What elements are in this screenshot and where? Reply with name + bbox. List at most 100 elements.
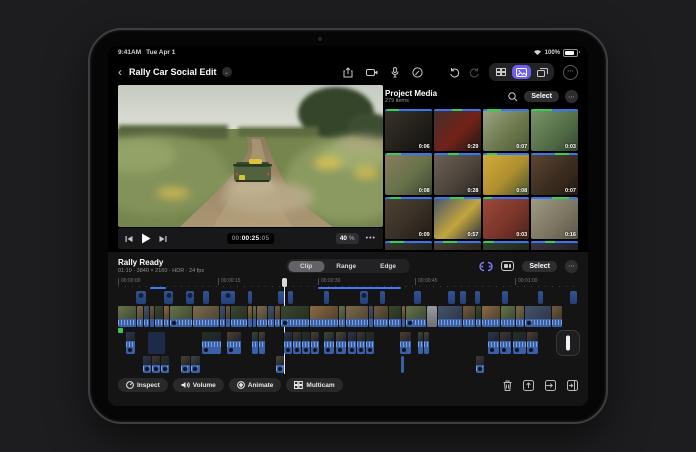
timeline-clip-video[interactable] (525, 306, 551, 327)
skip-forward-icon[interactable] (159, 235, 167, 243)
media-more-icon[interactable]: ⋯ (565, 90, 578, 103)
timeline-clip-audio[interactable] (527, 332, 538, 354)
animate-button[interactable]: Animate (229, 378, 282, 392)
timeline-clip-audio[interactable] (311, 332, 319, 354)
media-thumbnail[interactable]: 0:06 (385, 109, 432, 151)
timecode-display[interactable]: 00:00:25:05 (227, 233, 275, 244)
timeline-clip-title[interactable] (380, 291, 385, 304)
timeline-clip-audio[interactable] (302, 332, 310, 354)
timeline-clip-video[interactable] (427, 306, 437, 327)
timeline-clip-video[interactable] (339, 306, 345, 327)
timeline-clip-audio[interactable] (488, 332, 499, 354)
timeline-clip-video[interactable] (406, 306, 426, 327)
timeline-clip-audio[interactable] (126, 332, 135, 354)
timeline-clip-audio[interactable] (181, 356, 190, 373)
redo-icon[interactable] (469, 67, 480, 78)
media-thumbnail[interactable]: 0:28 (434, 153, 481, 195)
clip-appearance-icon[interactable] (501, 261, 514, 271)
timeline-clip-title[interactable] (360, 291, 368, 304)
toolbar-more-icon[interactable]: ⋯ (563, 65, 578, 80)
media-thumbnail[interactable]: 0:57 (434, 197, 481, 239)
timeline-clip-title[interactable] (570, 291, 577, 304)
timeline-clip-audio[interactable] (276, 356, 284, 373)
timeline-clip-video[interactable] (253, 306, 256, 327)
timeline-clip-audio[interactable] (284, 332, 292, 354)
timeline-clip-video[interactable] (268, 306, 274, 327)
timeline-clip-title[interactable] (278, 291, 284, 304)
media-thumbnail[interactable]: 0:08 (385, 153, 432, 195)
timeline-canvas[interactable]: 00:00:0000:00:1500:00:3000:00:4500:01:00 (118, 278, 578, 374)
media-thumbnail[interactable]: 0:16 (531, 197, 578, 239)
timeline-clip-video[interactable] (193, 306, 219, 327)
media-thumbnail[interactable]: 0:08 (483, 153, 530, 195)
timeline-clip-audio[interactable] (202, 332, 221, 354)
import-icon[interactable] (343, 67, 353, 78)
timeline-clip-video[interactable] (248, 306, 252, 327)
timeline-clip-audio[interactable] (357, 332, 365, 354)
timeline-clip-video[interactable] (402, 306, 405, 327)
timeline-clip-audio[interactable] (500, 332, 511, 354)
inspect-button[interactable]: Inspect (118, 378, 168, 392)
timeline-clip-audio[interactable] (348, 332, 356, 354)
timeline-clip-green[interactable] (118, 328, 123, 333)
append-icon[interactable] (567, 380, 578, 391)
timeline-clip-video[interactable] (150, 306, 154, 327)
timeline-clip-title[interactable] (186, 291, 194, 304)
timeline-clip-audio[interactable] (401, 356, 404, 373)
timeline-clip-video[interactable] (220, 306, 225, 327)
timeline-clip-audio[interactable] (418, 332, 423, 354)
timeline-clip-video[interactable] (231, 306, 247, 327)
timeline-clip-audio[interactable] (152, 356, 160, 373)
timeline-clip-audio[interactable] (424, 332, 429, 354)
timeline-clip-title[interactable] (502, 291, 508, 304)
mode-range[interactable]: Range (324, 261, 368, 272)
timeline-clip-audio[interactable] (227, 332, 241, 354)
snapping-icon[interactable] (479, 261, 493, 272)
timeline-clip-video[interactable] (552, 306, 562, 327)
timeline-clip-video[interactable] (144, 306, 149, 327)
timeline-clip-title[interactable] (248, 291, 252, 304)
timeline-clip-audio[interactable] (143, 356, 151, 373)
timeline-clip-video[interactable] (226, 306, 230, 327)
clips-overlay-icon[interactable] (533, 65, 552, 79)
viewer-video[interactable] (118, 85, 383, 227)
media-thumbnail[interactable] (434, 241, 481, 250)
mode-clip[interactable]: Clip (288, 261, 324, 272)
timeline-clip-title[interactable] (136, 291, 146, 304)
timeline-select-button[interactable]: Select (522, 261, 557, 272)
media-browser-icon[interactable] (512, 65, 531, 79)
timeline-clip-video[interactable] (164, 306, 169, 327)
timeline-clip-video[interactable] (482, 306, 500, 327)
timeline-clip-audio[interactable] (293, 332, 301, 354)
search-icon[interactable] (508, 92, 518, 102)
timeline-clip-title[interactable] (460, 291, 466, 304)
timeline-clip-audio[interactable] (400, 332, 411, 354)
skip-back-icon[interactable] (125, 235, 133, 243)
media-thumbnail[interactable]: 0:03 (483, 197, 530, 239)
timeline-clip-video[interactable] (118, 306, 136, 327)
jog-wheel[interactable] (556, 330, 580, 356)
timeline-clip-video[interactable] (389, 306, 401, 327)
multicam-button[interactable]: Multicam (286, 378, 342, 392)
timeline-clip-title[interactable] (324, 291, 329, 304)
camera-icon[interactable] (366, 68, 378, 77)
media-thumbnail[interactable]: 0:09 (385, 197, 432, 239)
media-thumbnail[interactable] (385, 241, 432, 250)
timeline-clip-audio[interactable] (513, 332, 526, 354)
timeline-clip-video[interactable] (346, 306, 368, 327)
timeline-clip-video[interactable] (463, 306, 475, 327)
timeline-clip-video[interactable] (516, 306, 524, 327)
timeline-clip-title[interactable] (475, 291, 480, 304)
timeline-clip-video[interactable] (438, 306, 462, 327)
play-icon[interactable] (141, 233, 151, 244)
undo-icon[interactable] (449, 67, 460, 78)
timeline-clip-title[interactable] (221, 291, 235, 304)
voiceover-pencil-icon[interactable] (412, 67, 423, 78)
timeline-clip-title[interactable] (414, 291, 421, 304)
media-thumbnail[interactable]: 0:29 (434, 109, 481, 151)
timeline-clip-audio[interactable] (148, 332, 165, 354)
timeline-clip-audio[interactable] (366, 332, 374, 354)
timeline-clip-audio[interactable] (191, 356, 200, 373)
timeline-clip-video[interactable] (257, 306, 267, 327)
timeline-clip-title[interactable] (288, 291, 293, 304)
